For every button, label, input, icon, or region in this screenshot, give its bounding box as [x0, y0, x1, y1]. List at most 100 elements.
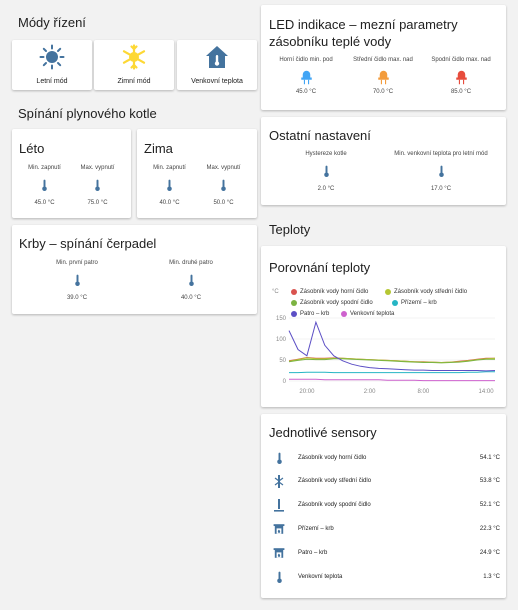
- led-bottom-sensor-label: Spodní čidlo max. nad: [431, 57, 491, 63]
- led-middle-sensor-label: Střední čidlo max. nad: [353, 57, 413, 63]
- legend-item[interactable]: Přízemí – krb: [392, 300, 437, 306]
- legend-label: Venkovní teplota: [350, 311, 395, 317]
- sensor-row-ground-fireplace[interactable]: Přízemí – krb 22.3 °C: [270, 522, 500, 536]
- sensor-row-tank-top[interactable]: Zásobník vody horní čidlo 54.1 °C: [270, 451, 500, 465]
- sensor-row-tank-bottom[interactable]: Zásobník vody spodní čidlo 52.1 °C: [270, 498, 500, 512]
- fireplace-first-floor[interactable]: Min. první patro 39.0 °C: [42, 260, 112, 301]
- fireplace-icon: [270, 547, 288, 559]
- outdoor-temp-mode-label: Venkovní teplota: [191, 78, 243, 85]
- thermometer-icon: [438, 164, 445, 178]
- summer-min-on-value: 45.0 °C: [34, 200, 55, 206]
- led-middle-sensor[interactable]: Střední čidlo max. nad 70.0 °C: [343, 57, 423, 95]
- temperature-chart: 150 100 50 0 20:00 2:00 8:00 14:00: [276, 316, 496, 395]
- first-floor-label: Min. první patro: [56, 260, 98, 266]
- thermometer-icon: [188, 273, 195, 287]
- thermometer-icon: [323, 164, 330, 178]
- thermometer-low-icon: [270, 498, 288, 512]
- house-icon: [204, 44, 230, 75]
- other-settings-card: Ostatní nastavení Hystereze kotle 2.0 °C…: [261, 117, 506, 205]
- fireplace-second-floor[interactable]: Min. druhé patro 40.0 °C: [156, 260, 226, 301]
- thermometer-icon: [270, 571, 288, 584]
- y-tick-label: 0: [283, 379, 287, 385]
- legend-swatch: [392, 300, 398, 306]
- sun-icon: [39, 44, 65, 75]
- legend-swatch: [385, 289, 391, 295]
- summer-card: Léto Min. zapnutí 45.0 °C Max. vypnutí 7…: [12, 129, 131, 218]
- boiler-hysteresis-label: Hystereze kotle: [305, 151, 347, 157]
- temperatures-title: Teploty: [269, 222, 311, 237]
- legend-label: Zásobník vody střední čidlo: [394, 289, 468, 295]
- sensor-name: Zásobník vody střední čidlo: [298, 478, 372, 484]
- sensor-value: 1.3 °C: [483, 574, 500, 580]
- sensor-value: 22.3 °C: [479, 526, 500, 532]
- winter-min-on-label: Min. zapnutí: [153, 165, 186, 171]
- first-floor-value: 39.0 °C: [66, 295, 88, 301]
- legend-label: Přízemí – krb: [401, 300, 437, 306]
- legend-label: Patro – krb: [300, 311, 330, 317]
- led-card-title: LED indikace – mezní parametry zásobníku…: [269, 17, 458, 49]
- led-top-sensor-label: Horní čidlo min. pod: [279, 57, 333, 63]
- winter-mode-label: Zimní mód: [117, 78, 151, 85]
- sensor-value: 53.8 °C: [479, 478, 500, 484]
- summer-mode-button[interactable]: Letní mód: [12, 40, 92, 90]
- led-bottom-sensor[interactable]: Spodní čidlo max. nad 85.0 °C: [421, 57, 501, 95]
- legend-item[interactable]: Patro – krb: [291, 311, 329, 317]
- summer-max-off-label: Max. vypnutí: [80, 165, 115, 171]
- legend-item[interactable]: Zásobník vody spodní čidlo: [291, 300, 373, 306]
- thermometer-icon: [41, 178, 48, 192]
- winter-mode-button[interactable]: Zimní mód: [94, 40, 174, 90]
- winter-max-off[interactable]: Max. vypnutí 50.0 °C: [201, 165, 246, 206]
- second-floor-value: 40.0 °C: [180, 295, 202, 301]
- boiler-hysteresis[interactable]: Hystereze kotle 2.0 °C: [286, 151, 366, 192]
- series-line: [288, 320, 496, 372]
- thermometer-icon: [94, 178, 101, 192]
- thermometer-icon: [74, 273, 81, 287]
- sensor-name: Zásobník vody spodní čidlo: [298, 502, 371, 508]
- x-tick-label: 14:00: [479, 389, 495, 395]
- sensor-value: 24.9 °C: [479, 550, 500, 556]
- thermometer-middle-icon: [270, 474, 288, 488]
- led-red-icon: [456, 70, 467, 84]
- sensor-name: Zásobník vody horní čidlo: [298, 455, 367, 461]
- sensor-row-tank-middle[interactable]: Zásobník vody střední čidlo 53.8 °C: [270, 474, 500, 488]
- sensor-row-floor-fireplace[interactable]: Patro – krb 24.9 °C: [270, 546, 500, 560]
- summer-max-off[interactable]: Max. vypnutí 75.0 °C: [75, 165, 120, 206]
- outdoor-temp-mode-button[interactable]: Venkovní teplota: [177, 40, 257, 90]
- sensor-name: Přízemí – krb: [298, 526, 334, 532]
- winter-max-off-label: Max. vypnutí: [206, 165, 241, 171]
- summer-max-off-value: 75.0 °C: [87, 200, 108, 206]
- summer-min-on[interactable]: Min. zapnutí 45.0 °C: [22, 165, 67, 206]
- summer-min-on-label: Min. zapnutí: [28, 165, 61, 171]
- temperature-chart-card: Porovnání teploty °C 150 100 50 0 20:00 2:00 8…: [261, 246, 506, 407]
- summer-mode-label: Letní mód: [36, 78, 68, 85]
- modes-title: Módy řízení: [18, 15, 86, 30]
- winter-min-on-value: 40.0 °C: [159, 200, 180, 206]
- sensor-value: 54.1 °C: [479, 455, 500, 461]
- x-tick-label: 20:00: [299, 389, 315, 395]
- legend-swatch: [291, 289, 297, 295]
- legend-swatch: [341, 311, 347, 317]
- y-tick-label: 150: [276, 316, 287, 322]
- led-top-sensor[interactable]: Horní čidlo min. pod 45.0 °C: [266, 57, 346, 95]
- thermometer-icon: [270, 452, 288, 465]
- legend-item[interactable]: Zásobník vody střední čidlo: [385, 289, 467, 295]
- series-line: [289, 378, 495, 382]
- snowflake-icon: [121, 44, 147, 75]
- fireplace-card: Krby – spínání čerpadel Min. první patro…: [12, 225, 257, 314]
- summer-card-title: Léto: [19, 141, 45, 156]
- winter-max-off-value: 50.0 °C: [213, 200, 234, 206]
- sensor-name: Patro – krb: [298, 550, 328, 556]
- thermometer-icon: [166, 178, 173, 192]
- legend-item[interactable]: Venkovní teplota: [341, 311, 394, 317]
- summer-mode-min-outdoor[interactable]: Min. venkovní teplota pro letní mód 17.0…: [383, 151, 499, 192]
- sensor-row-outdoor[interactable]: Venkovní teplota 1.3 °C: [270, 570, 500, 584]
- winter-min-on[interactable]: Min. zapnutí 40.0 °C: [147, 165, 192, 206]
- sensor-value: 52.1 °C: [479, 502, 500, 508]
- led-orange-icon: [378, 70, 389, 84]
- sensor-name: Venkovní teplota: [298, 574, 343, 580]
- winter-card-title: Zima: [144, 141, 173, 156]
- led-top-sensor-value: 45.0 °C: [295, 89, 317, 95]
- summer-mode-min-outdoor-label: Min. venkovní teplota pro letní mód: [394, 151, 488, 157]
- legend-item[interactable]: Zásobník vody horní čidlo: [291, 289, 368, 295]
- legend-swatch: [291, 311, 297, 317]
